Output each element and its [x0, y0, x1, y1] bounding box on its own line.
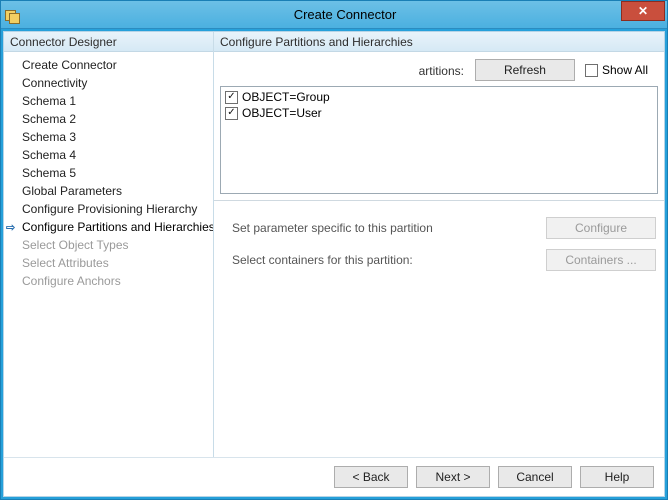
containers-row: Select containers for this partition: Co…: [232, 247, 656, 273]
right-header: Configure Partitions and Hierarchies: [214, 32, 664, 52]
partition-label-0: OBJECT=Group: [242, 90, 330, 104]
main-row: Connector Designer Create ConnectorConne…: [4, 32, 664, 458]
next-button[interactable]: Next >: [416, 466, 490, 488]
titlebar: Create Connector ✕: [1, 1, 667, 29]
partition-row-0[interactable]: ✓ OBJECT=Group: [225, 89, 653, 105]
nav-item-5[interactable]: Schema 4: [4, 146, 213, 164]
nav-item-9[interactable]: Configure Partitions and Hierarchies: [4, 218, 213, 236]
back-button[interactable]: < Back: [334, 466, 408, 488]
partition-checkbox-1[interactable]: ✓: [225, 107, 238, 120]
partition-label-1: OBJECT=User: [242, 106, 322, 120]
app-icon: [1, 8, 23, 22]
show-all-label: Show All: [602, 63, 648, 77]
footer: < Back Next > Cancel Help: [4, 458, 664, 496]
partitions-control-row: artitions: Refresh Show All: [220, 58, 658, 82]
show-all-wrap: Show All: [579, 63, 658, 77]
nav-item-11: Select Attributes: [4, 254, 213, 272]
sidebar-header: Connector Designer: [4, 32, 213, 52]
select-containers-label: Select containers for this partition:: [232, 253, 546, 267]
cancel-button[interactable]: Cancel: [498, 466, 572, 488]
nav-item-10: Select Object Types: [4, 236, 213, 254]
nav-item-0[interactable]: Create Connector: [4, 56, 213, 74]
containers-button[interactable]: Containers ...: [546, 249, 656, 271]
nav-list: Create ConnectorConnectivitySchema 1Sche…: [4, 52, 213, 457]
partition-options: Set parameter specific to this partition…: [214, 201, 664, 457]
wizard-window: Create Connector ✕ Connector Designer Cr…: [0, 0, 668, 500]
nav-item-3[interactable]: Schema 2: [4, 110, 213, 128]
close-button[interactable]: ✕: [621, 1, 665, 21]
partitions-section: artitions: Refresh Show All ✓ OBJECT=Grou…: [214, 52, 664, 201]
right-pane: Configure Partitions and Hierarchies art…: [214, 32, 664, 457]
nav-item-2[interactable]: Schema 1: [4, 92, 213, 110]
nav-item-7[interactable]: Global Parameters: [4, 182, 213, 200]
client-area: Connector Designer Create ConnectorConne…: [3, 31, 665, 497]
refresh-button[interactable]: Refresh: [475, 59, 575, 81]
partition-listbox[interactable]: ✓ OBJECT=Group ✓ OBJECT=User: [220, 86, 658, 194]
nav-item-4[interactable]: Schema 3: [4, 128, 213, 146]
nav-item-1[interactable]: Connectivity: [4, 74, 213, 92]
show-all-checkbox[interactable]: [585, 64, 598, 77]
partitions-label: artitions:: [220, 59, 471, 81]
window-title: Create Connector: [23, 7, 667, 22]
set-parameter-row: Set parameter specific to this partition…: [232, 215, 656, 241]
nav-item-8[interactable]: Configure Provisioning Hierarchy: [4, 200, 213, 218]
partition-checkbox-0[interactable]: ✓: [225, 91, 238, 104]
configure-button[interactable]: Configure: [546, 217, 656, 239]
nav-item-6[interactable]: Schema 5: [4, 164, 213, 182]
partition-row-1[interactable]: ✓ OBJECT=User: [225, 105, 653, 121]
sidebar: Connector Designer Create ConnectorConne…: [4, 32, 214, 457]
help-button[interactable]: Help: [580, 466, 654, 488]
nav-item-12: Configure Anchors: [4, 272, 213, 290]
set-parameter-label: Set parameter specific to this partition: [232, 221, 546, 235]
